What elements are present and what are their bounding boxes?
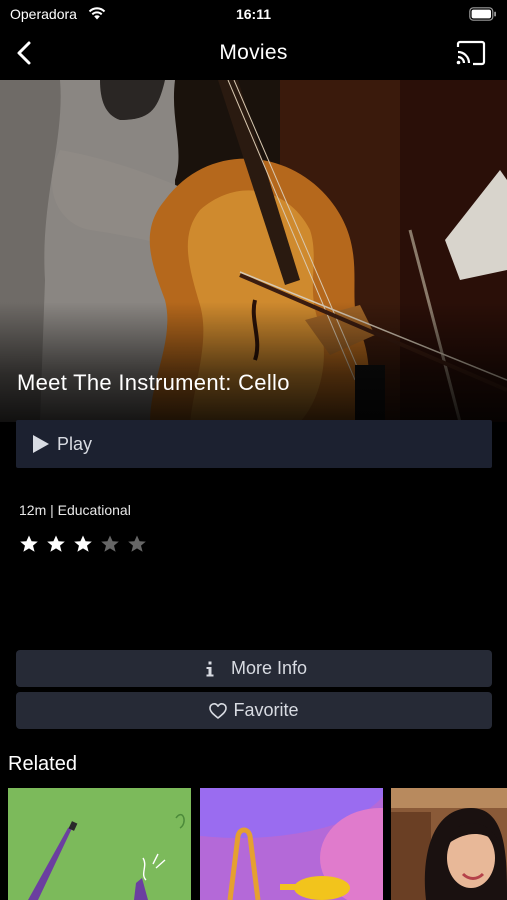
more-info-button[interactable]: More Info <box>16 650 492 687</box>
star-empty-icon <box>128 535 146 552</box>
status-time: 16:11 <box>235 6 272 22</box>
heart-outline-icon <box>209 702 228 719</box>
navigation-bar: Movies <box>0 28 507 80</box>
star-empty-icon <box>101 535 119 552</box>
star-filled-icon <box>20 535 38 552</box>
movie-title: Meet The Instrument: Cello <box>17 370 290 395</box>
movie-duration-genre: 12m | Educational <box>19 502 131 518</box>
battery-icon <box>469 7 496 21</box>
play-button[interactable]: Play <box>16 420 492 468</box>
related-item-clarinet[interactable] <box>8 788 191 900</box>
status-bar: Operadora 16:11 <box>0 0 507 28</box>
related-item-person[interactable] <box>391 788 507 900</box>
more-info-label: More Info <box>230 658 308 678</box>
favorite-button[interactable]: Favorite <box>16 692 492 729</box>
musician-portrait-image <box>391 788 507 900</box>
cast-icon[interactable] <box>455 40 487 66</box>
info-icon <box>206 661 214 676</box>
page-title: Movies <box>219 41 288 64</box>
related-section-title: Related <box>8 753 77 775</box>
star-rating <box>19 534 147 554</box>
trombone-thumbnail-image <box>200 788 383 900</box>
related-item-trombone[interactable] <box>200 788 383 900</box>
favorite-label: Favorite <box>233 700 299 720</box>
hero-gradient-overlay <box>0 302 507 422</box>
play-icon <box>33 435 49 453</box>
star-filled-icon <box>74 535 92 552</box>
star-filled-icon <box>47 535 65 552</box>
clarinet-thumbnail-image <box>8 788 191 900</box>
play-label: Play <box>57 434 93 454</box>
